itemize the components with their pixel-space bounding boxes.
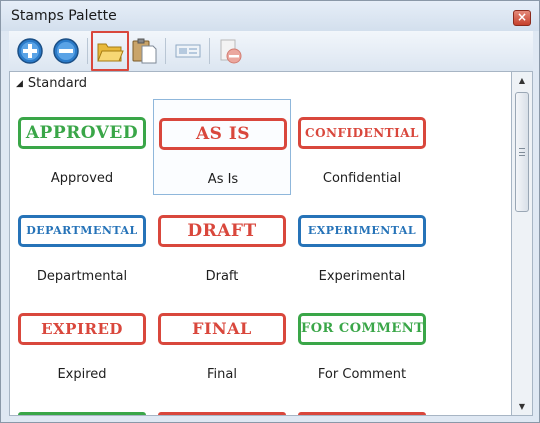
paste-button[interactable]: [129, 36, 159, 66]
close-icon: ×: [516, 10, 528, 24]
stamp-label: Confidential: [322, 171, 402, 186]
stamp-preview: EXPERIMENTAL: [298, 215, 426, 247]
stamp-list: ◢ Standard APPROVED Approved AS IS As Is …: [9, 71, 512, 416]
group-header-standard[interactable]: ◢ Standard: [16, 76, 87, 91]
stamp-label: Draft: [205, 269, 239, 284]
delete-icon: [220, 39, 242, 64]
stamp-preview-partial: [18, 412, 146, 415]
stamp-label: For Comment: [317, 367, 407, 382]
clipboard-icon: [132, 38, 157, 64]
stamp-label: Departmental: [36, 269, 128, 284]
stamp-label: Expired: [57, 367, 107, 382]
delete-button[interactable]: [215, 36, 245, 66]
toolbar: [9, 31, 533, 71]
remove-stamp-button[interactable]: [51, 36, 81, 66]
properties-icon: [175, 44, 201, 58]
stamp-preview: APPROVED: [18, 117, 146, 149]
add-stamp-button[interactable]: [15, 36, 45, 66]
stamps-palette-window: Stamps Palette × ◢ Standard APPROVED App…: [0, 0, 540, 423]
stamp-item-expired[interactable]: EXPIRED Expired: [13, 295, 151, 391]
stamp-item-confidential[interactable]: CONFIDENTIAL Confidential: [293, 99, 431, 195]
stamp-label: Approved: [50, 171, 114, 186]
stamp-preview: CONFIDENTIAL: [298, 117, 426, 149]
stamp-item-departmental[interactable]: DEPARTMENTAL Departmental: [13, 197, 151, 293]
title-bar[interactable]: Stamps Palette ×: [1, 1, 539, 31]
highlight-frame: [91, 31, 129, 71]
grip-icon: [519, 148, 525, 156]
scrollbar-thumb[interactable]: [515, 92, 529, 212]
stamp-label: Experimental: [318, 269, 406, 284]
window-title: Stamps Palette: [11, 8, 117, 24]
stamp-item-for-comment[interactable]: FOR COMMENT For Comment: [293, 295, 431, 391]
group-label: Standard: [27, 76, 88, 91]
stamp-preview-partial: [158, 412, 286, 415]
toolbar-separator: [209, 38, 210, 64]
stamp-item-experimental[interactable]: EXPERIMENTAL Experimental: [293, 197, 431, 293]
toolbar-separator: [87, 38, 88, 64]
plus-circle-icon: [17, 38, 43, 64]
stamp-preview: FOR COMMENT: [298, 313, 426, 345]
close-button[interactable]: ×: [513, 10, 531, 26]
scroll-down-icon[interactable]: ▼: [514, 400, 530, 414]
stamp-label: Final: [207, 367, 237, 382]
scroll-up-icon[interactable]: ▲: [514, 74, 530, 88]
stamp-preview: DRAFT: [158, 215, 286, 247]
stamp-preview: EXPIRED: [18, 313, 146, 345]
stamp-item-approved[interactable]: APPROVED Approved: [13, 99, 151, 195]
stamp-item-as-is[interactable]: AS IS As Is: [153, 99, 291, 195]
stamp-preview: DEPARTMENTAL: [18, 215, 146, 247]
stamp-item-final[interactable]: FINAL Final: [153, 295, 291, 391]
toolbar-separator: [165, 38, 166, 64]
properties-button[interactable]: [173, 36, 203, 66]
stamp-preview: FINAL: [158, 313, 286, 345]
vertical-scrollbar[interactable]: ▲ ▼: [512, 71, 533, 416]
stamp-label: As Is: [207, 172, 239, 187]
collapse-arrow-icon: ◢: [16, 79, 23, 89]
stamp-preview: AS IS: [159, 118, 287, 150]
stamp-item-draft[interactable]: DRAFT Draft: [153, 197, 291, 293]
minus-circle-icon: [53, 38, 79, 64]
stamp-preview-partial: [298, 412, 426, 415]
